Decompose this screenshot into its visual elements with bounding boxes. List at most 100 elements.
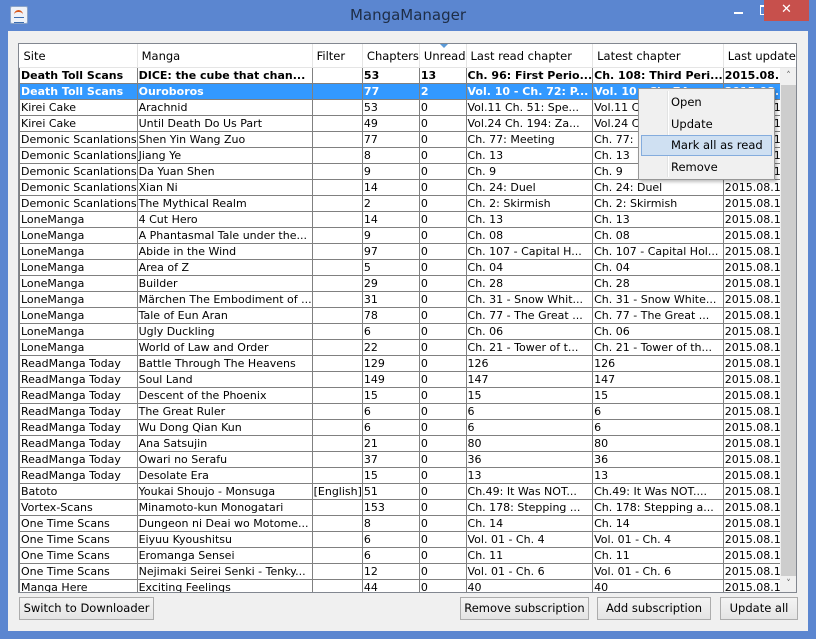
cell-latest-chapter: Ch. 107 - Capital Hol...	[592, 243, 724, 260]
table-row[interactable]: LoneManga A Phantasmal Tale under the... 9…	[19, 227, 796, 244]
column-header-last-read[interactable]: Last read chapter	[466, 44, 594, 68]
cell-latest-chapter: 40	[592, 579, 724, 592]
table-row[interactable]: One Time Scans Nejimaki Seirei Senki - Te…	[19, 563, 796, 580]
table-row[interactable]: LoneManga Area of Z 5 0 Ch. 04 Ch. 04 2015.08.…	[19, 259, 796, 276]
table-row[interactable]: LoneManga Abide in the Wind 97 0 Ch. 107 - C…	[19, 243, 796, 260]
cell-filter	[311, 499, 363, 516]
context-menu: Open Update Mark all as read Remove	[638, 88, 775, 180]
column-header-last-update[interactable]: Last update	[723, 44, 796, 68]
scroll-up-icon[interactable]: ˄	[780, 68, 796, 85]
context-menu-remove[interactable]: Remove	[641, 157, 772, 178]
cell-manga: Abide in the Wind	[136, 243, 313, 260]
table-row[interactable]: Death Toll Scans DICE: the cube that chan…	[19, 67, 796, 84]
cell-manga: Dungeon ni Deai wo Motome...	[136, 515, 313, 532]
table-row[interactable]: One Time Scans Eiyuu Kyoushitsu 6 0 Vol. 01 …	[19, 531, 796, 548]
table-row[interactable]: One Time Scans Dungeon ni Deai wo Motome.…	[19, 515, 796, 532]
cell-last-read: Ch.49: It Was NOT...	[465, 483, 594, 500]
remove-subscription-button[interactable]: Remove subscription	[460, 597, 589, 620]
cell-last-read: Ch. 24: Duel	[465, 179, 594, 196]
cell-manga: Jiang Ye	[136, 147, 313, 164]
cell-latest-chapter: Ch. 13	[592, 211, 724, 228]
title-bar: MangaManager ✕	[0, 0, 816, 31]
cell-site: Demonic Scanlations	[19, 179, 138, 196]
table-row[interactable]: ReadManga Today Soul Land 149 0 147 147 2015.0…	[19, 371, 796, 388]
table-row[interactable]: LoneManga 4 Cut Hero 14 0 Ch. 13 Ch. 13 2015.0…	[19, 211, 796, 228]
cell-filter	[311, 259, 363, 276]
column-header-chapters[interactable]: Chapters	[362, 44, 420, 68]
column-header-unread[interactable]: Unread	[419, 44, 467, 68]
table-row[interactable]: Batoto Youkai Shoujo - Monsuga [English] 51…	[19, 483, 796, 500]
column-header-latest[interactable]: Latest chapter	[592, 44, 724, 68]
cell-filter	[311, 435, 363, 452]
cell-manga: Eiyuu Kyoushitsu	[136, 531, 313, 548]
update-all-button[interactable]: Update all	[720, 597, 798, 620]
cell-latest-chapter: Ch. 21 - Tower of th...	[592, 339, 724, 356]
add-subscription-button[interactable]: Add subscription	[597, 597, 711, 620]
column-header-filter[interactable]: Filter	[312, 44, 363, 68]
cell-unread: 0	[418, 323, 467, 340]
table-row[interactable]: Manga Here Exciting Feelings 44 0 40 40 2015.0…	[19, 579, 796, 592]
table-row[interactable]: LoneManga Tale of Eun Aran 78 0 Ch. 77 - The…	[19, 307, 796, 324]
table-row[interactable]: One Time Scans Eromanga Sensei 6 0 Ch. 11 Ch.…	[19, 547, 796, 564]
cell-chapters: 12	[361, 563, 420, 580]
switch-to-downloader-button[interactable]: Switch to Downloader	[19, 597, 154, 620]
table-row[interactable]: ReadManga Today Wu Dong Qian Kun 6 0 6 6 2015.…	[19, 419, 796, 436]
table-row[interactable]: ReadManga Today Owari no Serafu 37 0 36 36 201…	[19, 451, 796, 468]
cell-filter	[311, 275, 363, 292]
cell-site: Vortex-Scans	[19, 499, 138, 516]
cell-unread: 13	[418, 67, 467, 84]
cell-site: Manga Here	[19, 579, 138, 592]
cell-latest-chapter: 80	[592, 435, 724, 452]
table-row[interactable]: LoneManga Builder 29 0 Ch. 28 Ch. 28 2015.08.1…	[19, 275, 796, 292]
cell-site: ReadManga Today	[19, 467, 138, 484]
cell-unread: 0	[418, 275, 467, 292]
minimize-button[interactable]	[725, 0, 751, 21]
table-row[interactable]: LoneManga Ugly Duckling 6 0 Ch. 06 Ch. 06 2015…	[19, 323, 796, 340]
cell-manga: World of Law and Order	[136, 339, 313, 356]
cell-latest-chapter: 13	[592, 467, 724, 484]
cell-filter	[311, 467, 363, 484]
cell-filter	[311, 115, 363, 132]
table-row[interactable]: ReadManga Today The Great Ruler 6 0 6 6 2015.0…	[19, 403, 796, 420]
cell-site: Kirei Cake	[19, 115, 138, 132]
vertical-scrollbar[interactable]: ˄ ˅	[780, 68, 796, 592]
column-header-unread-label: Unread	[423, 48, 466, 63]
cell-manga: The Mythical Realm	[136, 195, 313, 212]
cell-site: Demonic Scanlations	[19, 195, 138, 212]
cell-manga: Battle Through The Heavens	[136, 355, 313, 372]
cell-filter	[311, 451, 363, 468]
cell-manga: Until Death Do Us Part	[136, 115, 313, 132]
scroll-down-icon[interactable]: ˅	[780, 576, 796, 592]
cell-unread: 0	[418, 307, 467, 324]
table-row[interactable]: ReadManga Today Battle Through The Heaven…	[19, 355, 796, 372]
column-header-site[interactable]: Site	[19, 44, 138, 68]
cell-unread: 0	[418, 211, 467, 228]
cell-chapters: 78	[361, 307, 420, 324]
cell-last-read: 126	[465, 355, 594, 372]
context-menu-update[interactable]: Update	[641, 114, 772, 135]
context-menu-open[interactable]: Open	[641, 92, 772, 113]
cell-filter	[311, 227, 363, 244]
scrollbar-thumb[interactable]	[781, 85, 796, 576]
cell-latest-chapter: Ch. 108: Third Peri...	[592, 67, 724, 84]
context-menu-mark-all-read[interactable]: Mark all as read	[641, 135, 772, 156]
table-row[interactable]: Demonic Scanlations Xian Ni 14 0 Ch. 24: Due…	[19, 179, 796, 196]
table-row[interactable]: ReadManga Today Ana Satsujin 21 0 80 80 2015.0…	[19, 435, 796, 452]
cell-unread: 0	[418, 451, 467, 468]
cell-last-read: Ch. 04	[465, 259, 594, 276]
table-row[interactable]: Demonic Scanlations The Mythical Realm 2 0 C…	[19, 195, 796, 212]
cell-chapters: 6	[361, 531, 420, 548]
column-header-manga[interactable]: Manga	[137, 44, 313, 68]
table-row[interactable]: LoneManga Märchen The Embodiment of ... 31…	[19, 291, 796, 308]
table-row[interactable]: LoneManga World of Law and Order 22 0 Ch. 21…	[19, 339, 796, 356]
cell-chapters: 15	[361, 467, 420, 484]
cell-unread: 0	[418, 115, 467, 132]
cell-manga: Shen Yin Wang Zuo	[136, 131, 313, 148]
cell-manga: 4 Cut Hero	[136, 211, 313, 228]
cell-manga: Ouroboros	[136, 83, 313, 100]
table-row[interactable]: Vortex-Scans Minamoto-kun Monogatari 153 0 C…	[19, 499, 796, 516]
close-button[interactable]: ✕	[764, 0, 809, 21]
table-row[interactable]: ReadManga Today Desolate Era 15 0 13 13 2015.0…	[19, 467, 796, 484]
cell-site: LoneManga	[19, 275, 138, 292]
table-row[interactable]: ReadManga Today Descent of the Phoenix 15 0…	[19, 387, 796, 404]
